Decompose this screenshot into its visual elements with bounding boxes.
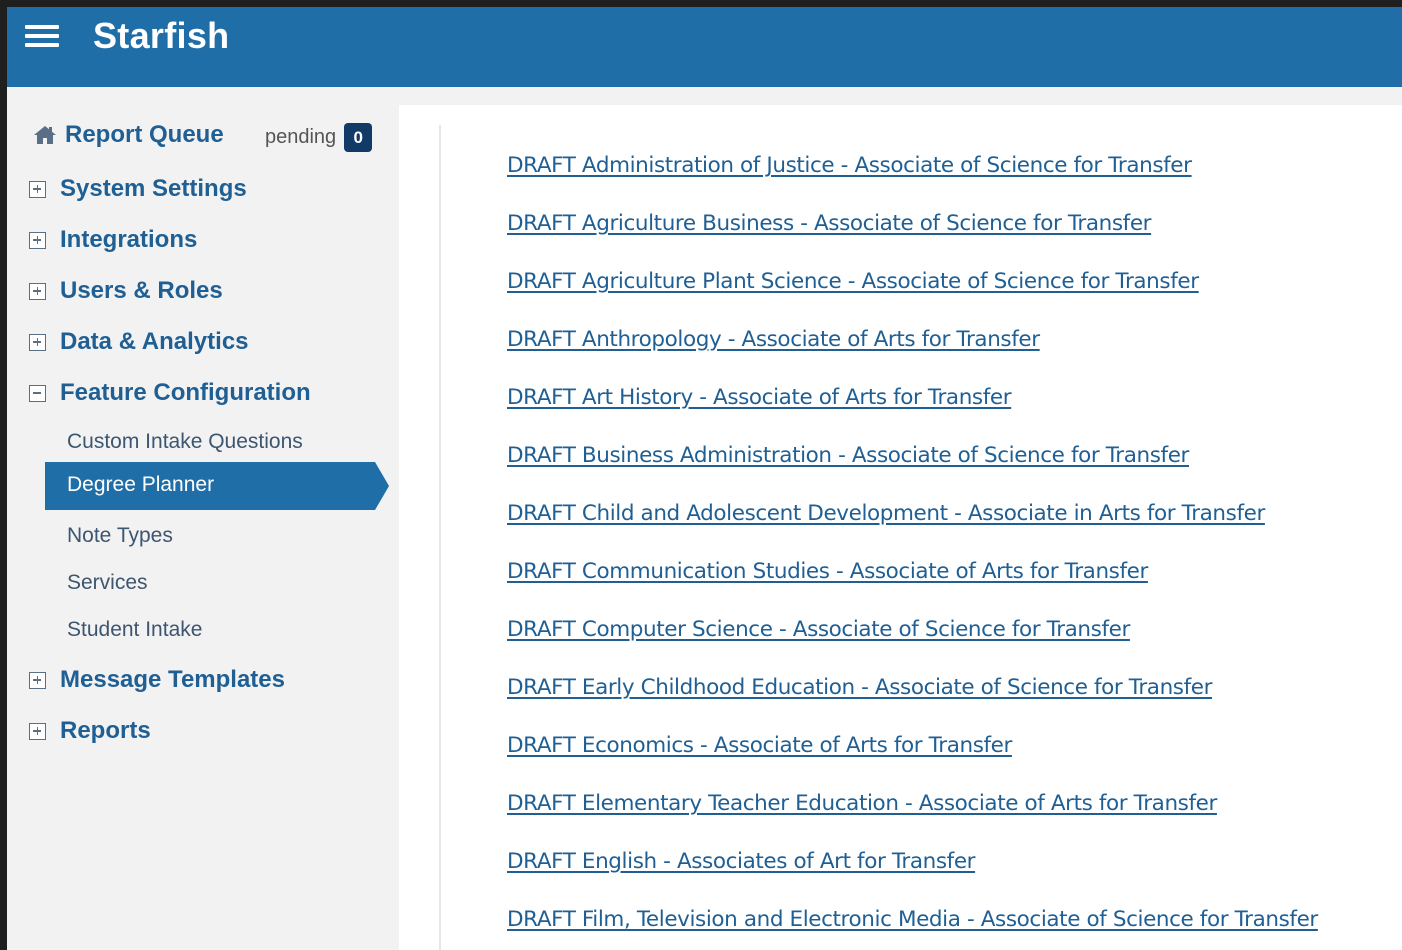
expand-plus-icon[interactable] — [29, 282, 46, 300]
main-content: DRAFT Administration of Justice - Associ… — [399, 105, 1402, 950]
hamburger-menu-icon[interactable] — [25, 25, 59, 51]
sidebar-item-data-analytics[interactable]: Data & Analytics — [29, 328, 249, 356]
pending-count-badge: 0 — [344, 123, 373, 152]
sidebar-subitem-note-types[interactable]: Note Types — [67, 524, 173, 548]
pending-label: pending — [265, 126, 337, 148]
sidebar-item-label: Report Queue — [65, 121, 224, 148]
degree-plan-link[interactable]: DRAFT Art History - Associate of Arts fo… — [507, 382, 1318, 440]
expand-plus-icon[interactable] — [29, 671, 46, 689]
degree-plan-link[interactable]: DRAFT English - Associates of Art for Tr… — [507, 846, 1318, 904]
degree-plan-link[interactable]: DRAFT Agriculture Business - Associate o… — [507, 208, 1318, 266]
sidebar-item-label: Integrations — [60, 226, 198, 253]
top-header: Starfish — [7, 7, 1402, 87]
sidebar-item-reports[interactable]: Reports — [29, 717, 151, 745]
sidebar-subitem-custom-intake-questions[interactable]: Custom Intake Questions — [67, 430, 303, 454]
degree-plan-link[interactable]: DRAFT Business Administration - Associat… — [507, 440, 1318, 498]
degree-plan-link[interactable]: DRAFT Agriculture Plant Science - Associ… — [507, 266, 1318, 324]
collapse-minus-icon[interactable] — [29, 384, 46, 402]
sidebar-item-label: Message Templates — [60, 666, 285, 693]
degree-plan-link[interactable]: DRAFT Film, Television and Electronic Me… — [507, 904, 1318, 950]
sidebar-item-label: Data & Analytics — [60, 328, 249, 355]
app-window: Starfish Report Queue pending 0 System S… — [7, 7, 1402, 950]
sidebar-subitem-degree-planner[interactable]: Degree Planner — [45, 462, 389, 510]
degree-plan-link[interactable]: DRAFT Economics - Associate of Arts for … — [507, 730, 1318, 788]
app-title: Starfish — [93, 15, 230, 56]
sidebar-subitem-label: Degree Planner — [67, 473, 215, 496]
sidebar-subitem-services[interactable]: Services — [67, 571, 148, 595]
expand-plus-icon[interactable] — [29, 231, 46, 249]
home-icon — [33, 124, 57, 146]
degree-plan-link[interactable]: DRAFT Administration of Justice - Associ… — [507, 150, 1318, 208]
sidebar-item-label: System Settings — [60, 175, 247, 202]
sidebar-item-feature-configuration[interactable]: Feature Configuration — [29, 379, 311, 407]
report-queue-status: pending 0 — [265, 123, 373, 152]
degree-plan-link[interactable]: DRAFT Computer Science - Associate of Sc… — [507, 614, 1318, 672]
degree-plan-list: DRAFT Administration of Justice - Associ… — [507, 150, 1318, 950]
degree-plan-link[interactable]: DRAFT Anthropology - Associate of Arts f… — [507, 324, 1318, 382]
sidebar-item-users-roles[interactable]: Users & Roles — [29, 277, 223, 305]
sidebar-item-label: Users & Roles — [60, 277, 223, 304]
expand-plus-icon[interactable] — [29, 180, 46, 198]
sidebar-item-integrations[interactable]: Integrations — [29, 226, 197, 254]
degree-plan-link[interactable]: DRAFT Elementary Teacher Education - Ass… — [507, 788, 1318, 846]
degree-plan-link[interactable]: DRAFT Child and Adolescent Development -… — [507, 498, 1318, 556]
sidebar-item-system-settings[interactable]: System Settings — [29, 175, 247, 203]
sidebar: Report Queue pending 0 System Settings I… — [7, 87, 399, 950]
content-divider — [439, 125, 441, 950]
sidebar-subitem-student-intake[interactable]: Student Intake — [67, 618, 202, 642]
expand-plus-icon[interactable] — [29, 722, 46, 740]
sidebar-item-report-queue[interactable]: Report Queue — [33, 121, 224, 149]
degree-plan-link[interactable]: DRAFT Communication Studies - Associate … — [507, 556, 1318, 614]
sidebar-item-label: Reports — [60, 717, 151, 744]
sidebar-item-label: Feature Configuration — [60, 379, 311, 406]
degree-plan-link[interactable]: DRAFT Early Childhood Education - Associ… — [507, 672, 1318, 730]
expand-plus-icon[interactable] — [29, 333, 46, 351]
sidebar-item-message-templates[interactable]: Message Templates — [29, 666, 285, 694]
